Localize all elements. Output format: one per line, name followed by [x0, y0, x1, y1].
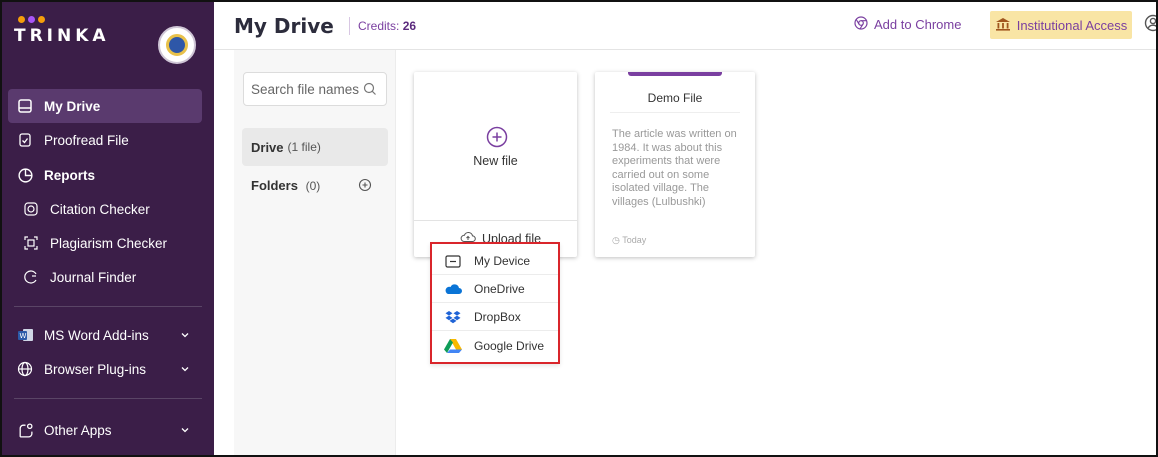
new-file-label: New file — [473, 154, 518, 168]
device-icon — [444, 253, 462, 269]
logo-text: TRINKA — [14, 26, 110, 46]
institution-avatar[interactable] — [158, 26, 196, 64]
top-header: My Drive Credits: 26 Add to Chrome Insti… — [214, 2, 1156, 50]
sidebar-item-label: Plagiarism Checker — [50, 235, 168, 251]
sidebar-item-browser-plugins[interactable]: Browser Plug-ins — [8, 352, 202, 386]
institutional-access-button[interactable]: Institutional Access — [990, 11, 1132, 39]
file-title: Demo File — [647, 91, 703, 105]
add-folder-icon[interactable] — [358, 178, 372, 197]
new-file-card[interactable]: New file Upload file — [414, 72, 577, 257]
folders-count: (0) — [305, 179, 321, 193]
sidebar-item-citation-checker[interactable]: Citation Checker — [8, 192, 202, 226]
sidebar-item-label: Browser Plug-ins — [44, 361, 147, 377]
credits-display: Credits: 26 — [358, 19, 416, 33]
menu-item-google-drive[interactable]: Google Drive — [432, 332, 558, 359]
ms-word-icon: W — [16, 326, 34, 344]
menu-item-my-device[interactable]: My Device — [432, 248, 558, 275]
google-drive-icon — [444, 338, 462, 354]
document-check-icon — [16, 131, 34, 149]
sidebar-item-proofread-file[interactable]: Proofread File — [8, 123, 202, 157]
drive-count: (1 file) — [287, 140, 321, 154]
upload-source-menu: My Device OneDrive DropBox Google Drive — [430, 242, 560, 364]
drive-icon — [16, 97, 34, 115]
institutional-access-label: Institutional Access — [1016, 17, 1128, 33]
files-panel: Search file names Drive (1 file) Folders… — [234, 50, 396, 455]
onedrive-icon — [444, 281, 462, 297]
sidebar-item-journal-finder[interactable]: Journal Finder — [8, 260, 202, 294]
institution-icon — [995, 17, 1011, 34]
sidebar-item-reports[interactable]: Reports — [8, 158, 202, 192]
sidebar-item-label: Proofread File — [44, 132, 129, 148]
journal-finder-icon — [22, 268, 40, 286]
sidebar-item-label: Journal Finder — [50, 269, 137, 285]
file-preview-text: The article was written on 1984. It was … — [612, 128, 737, 208]
svg-text:W: W — [19, 332, 26, 340]
folders-row[interactable]: Folders (0) — [251, 178, 320, 193]
sidebar-item-label: My Drive — [44, 98, 101, 114]
app-window: TRINKA My Drive Proofread File Reports C… — [0, 0, 1158, 457]
sidebar-item-ms-word-addins[interactable]: W MS Word Add-ins — [8, 318, 202, 352]
credits-label: Credits: — [358, 19, 400, 33]
credits-value: 26 — [402, 19, 417, 33]
header-separator — [349, 17, 350, 35]
search-input[interactable]: Search file names — [243, 72, 387, 106]
user-account-icon[interactable] — [1144, 14, 1156, 37]
menu-item-onedrive[interactable]: OneDrive — [432, 276, 558, 303]
card-divider — [610, 112, 740, 113]
card-divider — [414, 220, 577, 221]
sidebar: TRINKA My Drive Proofread File Reports C… — [2, 2, 214, 455]
sidebar-item-my-drive[interactable]: My Drive — [8, 89, 202, 123]
menu-item-label: My Device — [474, 254, 531, 268]
sidebar-item-plagiarism-checker[interactable]: Plagiarism Checker — [8, 226, 202, 260]
apps-icon — [16, 421, 34, 439]
menu-item-label: OneDrive — [474, 282, 525, 296]
sidebar-item-label: Citation Checker — [50, 201, 150, 217]
file-date-label: Today — [622, 235, 647, 245]
globe-icon — [16, 360, 34, 378]
menu-item-label: DropBox — [474, 310, 521, 324]
add-to-chrome-label: Add to Chrome — [874, 17, 962, 32]
chrome-icon — [854, 16, 868, 33]
chevron-down-icon — [180, 328, 190, 343]
sidebar-item-label: Reports — [44, 167, 96, 183]
search-placeholder: Search file names — [251, 81, 360, 97]
chevron-down-icon — [180, 423, 190, 438]
plagiarism-icon — [22, 234, 40, 252]
search-icon[interactable] — [363, 82, 377, 99]
chevron-down-icon — [180, 362, 190, 377]
sidebar-divider — [14, 398, 202, 399]
sidebar-divider — [14, 306, 202, 307]
logo-dots — [18, 16, 134, 23]
menu-item-label: Google Drive — [474, 338, 545, 353]
drive-label: Drive — [251, 139, 284, 155]
sidebar-item-label: MS Word Add-ins — [44, 327, 149, 343]
trinka-logo[interactable]: TRINKA — [14, 16, 134, 56]
sidebar-item-label: Other Apps — [44, 422, 112, 438]
dropbox-icon — [444, 309, 462, 325]
demo-file-card[interactable]: Demo File The article was written on 198… — [595, 72, 755, 257]
menu-item-dropbox[interactable]: DropBox — [432, 304, 558, 331]
citation-icon — [22, 200, 40, 218]
plus-circle-icon[interactable] — [486, 126, 508, 153]
folders-label: Folders — [251, 178, 298, 193]
clock-icon: ◷ — [612, 235, 620, 245]
drive-row[interactable]: Drive (1 file) — [242, 128, 388, 166]
add-to-chrome-link[interactable]: Add to Chrome — [854, 16, 961, 33]
page-title: My Drive — [234, 14, 334, 38]
card-accent-bar — [628, 72, 722, 76]
reports-icon — [16, 166, 34, 184]
sidebar-item-other-apps[interactable]: Other Apps — [8, 413, 202, 447]
file-date: ◷ Today — [612, 235, 646, 246]
